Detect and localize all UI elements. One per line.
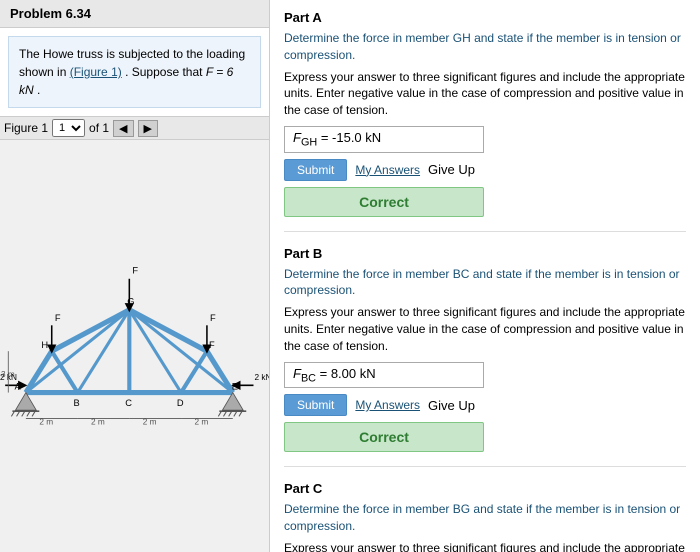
svg-text:E: E <box>232 381 238 391</box>
figure-area: Figure 1 1 of 1 ◀ ▶ <box>0 116 269 552</box>
part-a-answer-box: FGH = -15.0 kN <box>284 126 484 153</box>
problem-description: The Howe truss is subjected to the loadi… <box>8 36 261 108</box>
part-a-give-up-text: Give Up <box>428 162 475 177</box>
problem-title: Problem 6.34 <box>0 0 269 28</box>
part-b-label: Part B <box>284 246 686 261</box>
part-b-answer-box: FBC = 8.00 kN <box>284 362 484 389</box>
part-a-instruction: Express your answer to three significant… <box>284 69 686 119</box>
part-b-section: Part B Determine the force in member BC … <box>284 246 686 468</box>
part-c-label: Part C <box>284 481 686 496</box>
part-a-submit-button[interactable]: Submit <box>284 159 347 181</box>
figure-link[interactable]: (Figure 1) <box>70 65 122 79</box>
part-a-correct-badge: Correct <box>284 187 484 217</box>
part-a-question: Determine the force in member GH and sta… <box>284 30 686 64</box>
part-a-section: Part A Determine the force in member GH … <box>284 10 686 232</box>
svg-text:A: A <box>14 381 21 391</box>
svg-text:G: G <box>127 297 134 307</box>
part-c-instruction: Express your answer to three significant… <box>284 540 686 552</box>
svg-text:2 m: 2 m <box>143 418 157 427</box>
svg-text:F: F <box>210 313 216 323</box>
svg-text:B: B <box>73 398 79 408</box>
part-b-submit-button[interactable]: Submit <box>284 394 347 416</box>
part-a-label: Part A <box>284 10 686 25</box>
part-a-eq: = <box>317 130 332 145</box>
part-a-value: -15.0 kN <box>332 130 381 145</box>
part-c-question: Determine the force in member BG and sta… <box>284 501 686 535</box>
part-b-question: Determine the force in member BC and sta… <box>284 266 686 300</box>
svg-text:C: C <box>125 398 132 408</box>
part-a-subscript: GH <box>301 137 317 149</box>
part-a-my-answers-link[interactable]: My Answers <box>355 163 420 177</box>
figure-toolbar: Figure 1 1 of 1 ◀ ▶ <box>0 116 269 140</box>
figure-canvas: A B C D E H G F F <box>0 140 269 552</box>
truss-diagram: A B C D E H G F F <box>0 140 269 552</box>
svg-text:2 m: 2 m <box>39 418 53 427</box>
of-text: of 1 <box>89 121 109 135</box>
svg-text:F: F <box>55 313 61 323</box>
right-panel: Part A Determine the force in member GH … <box>270 0 700 552</box>
next-figure-button[interactable]: ▶ <box>138 120 158 137</box>
left-panel: Problem 6.34 The Howe truss is subjected… <box>0 0 270 552</box>
figure-select[interactable]: 1 <box>52 119 85 137</box>
part-b-value: 8.00 kN <box>331 366 376 381</box>
part-b-give-up-text: Give Up <box>428 398 475 413</box>
part-b-actions: Submit My Answers Give Up <box>284 394 686 416</box>
svg-text:F: F <box>209 340 215 350</box>
part-a-actions: Submit My Answers Give Up <box>284 159 686 181</box>
prev-figure-button[interactable]: ◀ <box>113 120 133 137</box>
figure-label: Figure 1 <box>4 121 48 135</box>
svg-text:3 m: 3 m <box>1 370 15 379</box>
svg-text:F: F <box>132 266 138 276</box>
part-c-section: Part C Determine the force in member BG … <box>284 481 686 552</box>
part-b-correct-badge: Correct <box>284 422 484 452</box>
svg-text:2 m: 2 m <box>195 418 209 427</box>
svg-text:H: H <box>41 340 48 350</box>
svg-text:2 m: 2 m <box>91 418 105 427</box>
part-b-my-answers-link[interactable]: My Answers <box>355 398 420 412</box>
part-b-subscript: BC <box>301 372 316 384</box>
part-b-eq: = <box>316 366 331 381</box>
svg-text:2 kN: 2 kN <box>255 373 269 382</box>
svg-text:D: D <box>177 398 184 408</box>
formula-end: . <box>37 83 40 97</box>
part-b-instruction: Express your answer to three significant… <box>284 304 686 354</box>
desc-end: . Suppose that <box>125 65 202 79</box>
